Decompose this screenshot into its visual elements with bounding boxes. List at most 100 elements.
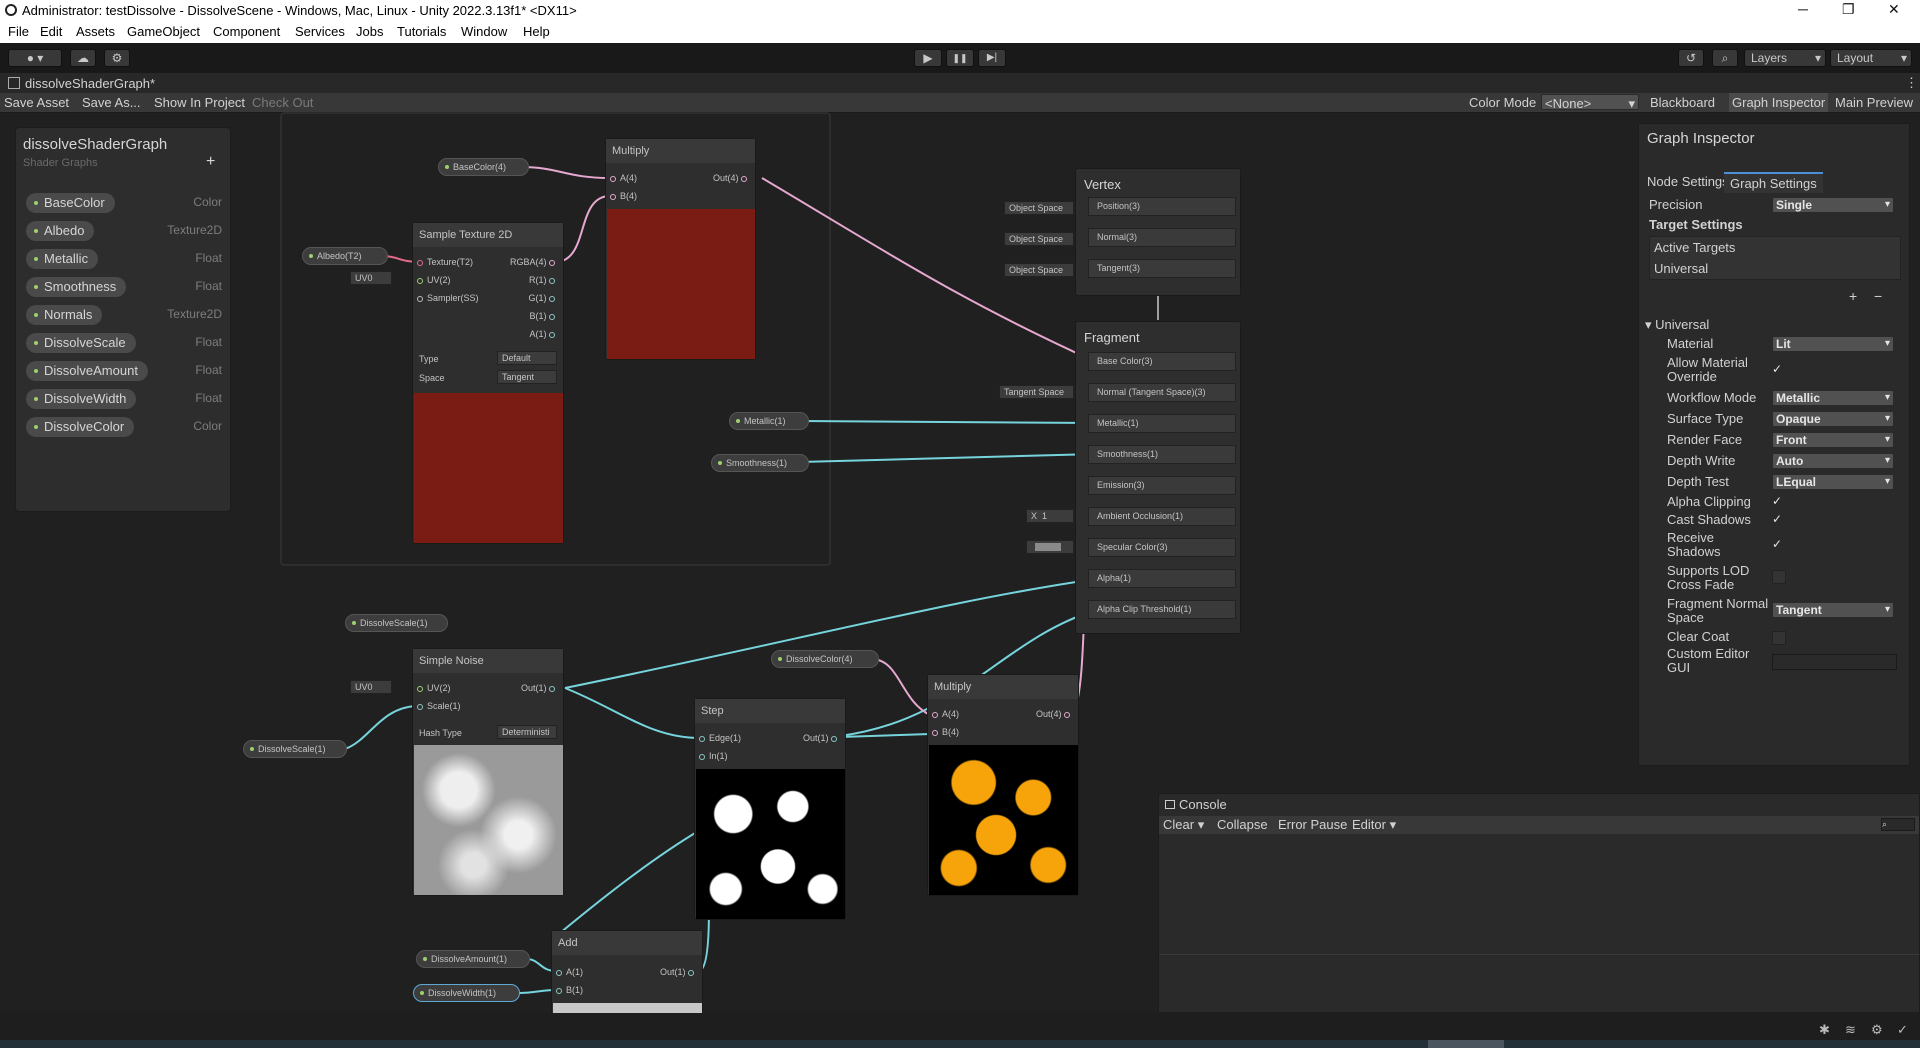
- target-universal-item[interactable]: Universal: [1654, 261, 1708, 276]
- depth-write-dropdown[interactable]: Auto: [1772, 453, 1894, 469]
- output-port-g[interactable]: G(1): [528, 293, 559, 303]
- property-name[interactable]: DissolveAmount: [26, 361, 148, 381]
- error-pause-button[interactable]: Error Pause: [1278, 817, 1347, 832]
- add-property-button[interactable]: +: [206, 153, 215, 171]
- object-space-chip[interactable]: Object Space: [1004, 263, 1074, 277]
- collapse-button[interactable]: Collapse: [1217, 817, 1268, 832]
- workflow-mode-dropdown[interactable]: Metallic: [1772, 390, 1894, 406]
- property-row[interactable]: DissolveAmount Float: [26, 361, 222, 381]
- input-port-a[interactable]: A(4): [932, 709, 959, 719]
- object-space-chip[interactable]: Object Space: [1004, 201, 1074, 215]
- simple-noise-node[interactable]: Simple Noise UV(2) Scale(1) Out(1) Hash …: [412, 648, 564, 896]
- metallic-property-node[interactable]: Metallic(1): [729, 412, 809, 430]
- space-dropdown[interactable]: Tangent: [497, 370, 557, 384]
- custom-editor-gui-field[interactable]: [1772, 654, 1897, 670]
- input-port-uv[interactable]: UV(2): [417, 275, 451, 285]
- property-row[interactable]: Normals Texture2D: [26, 305, 222, 325]
- object-space-chip[interactable]: Object Space: [1004, 232, 1074, 246]
- property-name[interactable]: Smoothness: [26, 277, 127, 297]
- tab-node-settings[interactable]: Node Settings: [1647, 174, 1729, 189]
- dissolvescale-top-node[interactable]: DissolveScale(1): [345, 614, 448, 632]
- property-row[interactable]: DissolveScale Float: [26, 333, 222, 353]
- hash-type-dropdown[interactable]: Deterministi: [497, 725, 557, 739]
- multiply-node-2[interactable]: Multiply A(4) B(4) Out(4): [927, 674, 1079, 896]
- fragment-slot-normal[interactable]: Normal (Tangent Space)(3): [1088, 383, 1236, 402]
- input-port-sampler[interactable]: Sampler(SS): [417, 293, 479, 303]
- scrollbar-thumb[interactable]: [1428, 1040, 1504, 1048]
- bake-icon[interactable]: ⚙: [1871, 1022, 1883, 1038]
- vertex-slot-position[interactable]: Position(3): [1088, 197, 1236, 216]
- vertex-context[interactable]: Vertex Position(3) Normal(3) Tangent(3): [1075, 168, 1241, 296]
- fragment-normal-space-dropdown[interactable]: Tangent: [1772, 602, 1894, 618]
- console-tab[interactable]: Console: [1165, 797, 1227, 812]
- input-port-edge[interactable]: Edge(1): [699, 733, 741, 743]
- console-search-input[interactable]: ⌕: [1881, 818, 1915, 831]
- specular-color-swatch[interactable]: [1026, 540, 1074, 554]
- property-row[interactable]: DissolveWidth Float: [26, 389, 222, 409]
- universal-foldout[interactable]: ▾ Universal: [1645, 317, 1709, 333]
- material-dropdown[interactable]: Lit: [1772, 336, 1894, 352]
- output-port[interactable]: Out(1): [803, 733, 841, 743]
- output-port-rgba[interactable]: RGBA(4): [510, 257, 559, 267]
- smoothness-property-node[interactable]: Smoothness(1): [711, 454, 809, 472]
- dissolvescale-property-node[interactable]: DissolveScale(1): [243, 740, 347, 758]
- input-port-uv[interactable]: UV(2): [417, 683, 451, 693]
- allow-material-override-checkbox[interactable]: ✓: [1772, 362, 1782, 376]
- input-port-scale[interactable]: Scale(1): [417, 701, 461, 711]
- cast-shadows-checkbox[interactable]: ✓: [1772, 512, 1782, 526]
- output-port[interactable]: Out(4): [1036, 709, 1074, 719]
- add-target-button[interactable]: +: [1849, 288, 1857, 304]
- vertex-slot-tangent[interactable]: Tangent(3): [1088, 259, 1236, 278]
- remove-target-button[interactable]: −: [1874, 288, 1882, 304]
- type-dropdown[interactable]: Default: [497, 351, 557, 365]
- output-port-a[interactable]: A(1): [529, 329, 559, 339]
- receive-shadows-checkbox[interactable]: ✓: [1772, 537, 1782, 551]
- property-name[interactable]: Albedo: [26, 221, 95, 241]
- input-port-b[interactable]: B(4): [932, 727, 959, 737]
- property-name[interactable]: DissolveScale: [26, 333, 136, 353]
- vertex-slot-normal[interactable]: Normal(3): [1088, 228, 1236, 247]
- fragment-slot-smoothness[interactable]: Smoothness(1): [1088, 445, 1236, 464]
- dissolvewidth-property-node[interactable]: DissolveWidth(1): [413, 984, 520, 1002]
- property-name[interactable]: DissolveColor: [26, 417, 135, 437]
- input-port-in[interactable]: In(1): [699, 751, 728, 761]
- depth-test-dropdown[interactable]: LEqual: [1772, 474, 1894, 490]
- property-name[interactable]: BaseColor: [26, 193, 115, 213]
- ao-value-field[interactable]: X 1: [1026, 509, 1074, 523]
- basecolor-property-node[interactable]: BaseColor(4): [438, 158, 529, 176]
- add-node[interactable]: Add A(1) B(1) Out(1): [551, 930, 703, 1016]
- albedo-property-node[interactable]: Albedo(T2): [302, 247, 388, 265]
- output-port-b[interactable]: B(1): [529, 311, 559, 321]
- notification-icon[interactable]: ✓: [1897, 1022, 1908, 1038]
- input-port-b[interactable]: B(4): [610, 191, 637, 201]
- dissolveamount-property-node[interactable]: DissolveAmount(1): [416, 950, 530, 968]
- output-port[interactable]: Out(1): [660, 967, 698, 977]
- output-port[interactable]: Out(1): [521, 683, 559, 693]
- input-port-b[interactable]: B(1): [556, 985, 583, 995]
- fragment-context[interactable]: Fragment Base Color(3) Normal (Tangent S…: [1075, 321, 1241, 634]
- property-name[interactable]: Normals: [26, 305, 103, 325]
- fragment-slot-specular[interactable]: Specular Color(3): [1088, 538, 1236, 557]
- input-port-a[interactable]: A(4): [610, 173, 637, 183]
- property-name[interactable]: Metallic: [26, 249, 99, 269]
- debug-icon[interactable]: ✱: [1819, 1022, 1830, 1038]
- fragment-slot-emission[interactable]: Emission(3): [1088, 476, 1236, 495]
- property-row[interactable]: Smoothness Float: [26, 277, 222, 297]
- clear-button[interactable]: Clear ▾: [1163, 817, 1204, 833]
- clear-coat-checkbox[interactable]: [1772, 631, 1786, 645]
- output-port-r[interactable]: R(1): [529, 275, 559, 285]
- noise-uv0-dropdown[interactable]: UV0: [350, 680, 392, 694]
- lod-crossfade-checkbox[interactable]: [1772, 570, 1786, 584]
- surface-type-dropdown[interactable]: Opaque: [1772, 411, 1894, 427]
- fragment-slot-basecolor[interactable]: Base Color(3): [1088, 352, 1236, 371]
- fragment-slot-alpha[interactable]: Alpha(1): [1088, 569, 1236, 588]
- tab-graph-settings[interactable]: Graph Settings: [1724, 172, 1823, 193]
- step-node[interactable]: Step Edge(1) In(1) Out(1): [694, 698, 846, 920]
- multiply-node[interactable]: Multiply A(4) B(4) Out(4): [605, 138, 756, 360]
- fragment-slot-alphaclip[interactable]: Alpha Clip Threshold(1): [1088, 600, 1236, 619]
- render-face-dropdown[interactable]: Front: [1772, 432, 1894, 448]
- tangent-space-chip[interactable]: Tangent Space: [999, 385, 1074, 399]
- dissolvecolor-property-node[interactable]: DissolveColor(4): [771, 650, 879, 668]
- output-port[interactable]: Out(4): [713, 173, 751, 183]
- property-row[interactable]: Albedo Texture2D: [26, 221, 222, 241]
